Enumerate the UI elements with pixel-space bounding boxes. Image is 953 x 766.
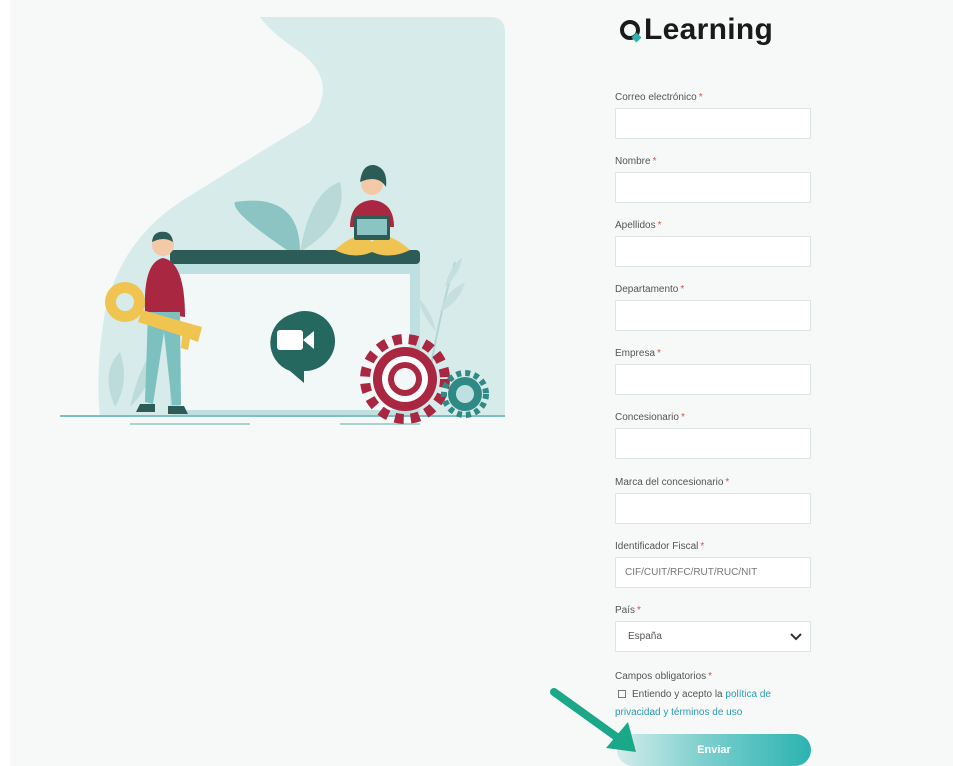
dealership-brand-field: Marca del concesionario *: [615, 476, 811, 524]
name-label: Nombre *: [615, 156, 657, 167]
country-label: País *: [615, 605, 641, 616]
surname-input[interactable]: [615, 236, 811, 267]
department-label: Departamento *: [615, 284, 685, 295]
company-label: Empresa *: [615, 348, 661, 359]
name-input[interactable]: [615, 172, 811, 203]
dealership-field: Concesionario *: [615, 411, 811, 459]
dealership-brand-input[interactable]: [615, 493, 811, 524]
department-input[interactable]: [615, 300, 811, 331]
q-learning-logo: Learning: [620, 10, 773, 50]
email-field: Correo electrónico *: [615, 91, 811, 139]
tax-id-input[interactable]: [615, 557, 811, 588]
tax-id-field: Identificador Fiscal *: [615, 540, 811, 588]
company-field: Empresa *: [615, 347, 811, 395]
hero-illustration: [60, 17, 506, 425]
country-select[interactable]: España: [615, 621, 811, 652]
country-field: País * España: [615, 604, 811, 652]
dealership-input[interactable]: [615, 428, 811, 459]
tax-id-label: Identificador Fiscal *: [615, 541, 705, 552]
required-fields-label: Campos obligatorios *: [615, 671, 713, 682]
surname-field: Apellidos *: [615, 219, 811, 267]
name-field: Nombre *: [615, 155, 811, 203]
dealership-brand-label: Marca del concesionario *: [615, 477, 730, 488]
surname-label: Apellidos *: [615, 220, 662, 231]
company-input[interactable]: [615, 364, 811, 395]
submit-button[interactable]: Enviar: [617, 734, 811, 766]
logo-mark-icon: [620, 20, 642, 43]
arrow-pointer-icon: [550, 688, 636, 752]
department-field: Departamento *: [615, 283, 811, 331]
chevron-down-icon: [790, 632, 802, 640]
logo-text: Learning: [644, 13, 774, 46]
email-label: Correo electrónico *: [615, 92, 703, 103]
country-selected-value: España: [628, 631, 662, 642]
dealership-label: Concesionario *: [615, 412, 685, 423]
email-input[interactable]: [615, 108, 811, 139]
